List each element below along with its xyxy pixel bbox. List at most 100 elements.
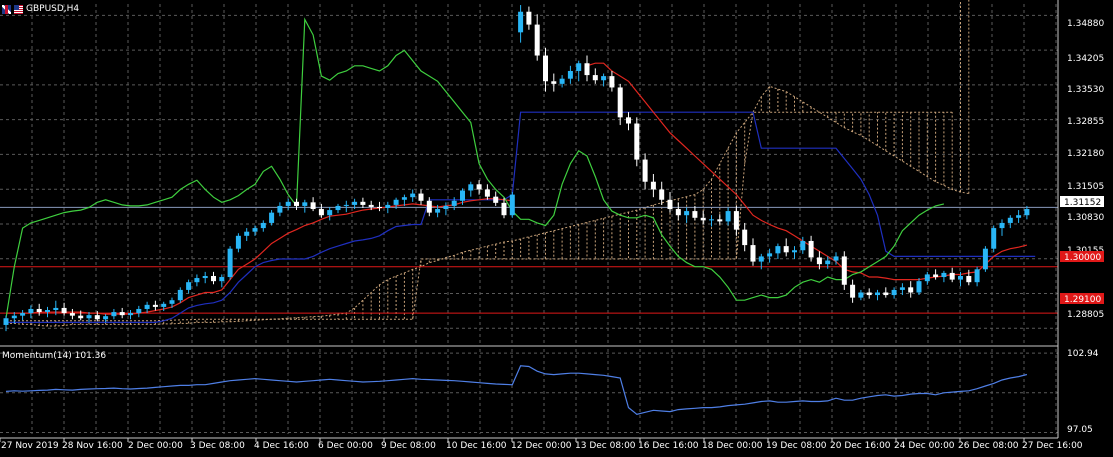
- candle-body: [792, 250, 797, 253]
- time-tick-label: 18 Dec 00:00: [702, 441, 763, 451]
- candle-body: [310, 202, 316, 210]
- candle-body: [152, 304, 158, 307]
- time-tick-label: 13 Dec 08:00: [575, 441, 636, 451]
- candle-body: [194, 278, 200, 283]
- candle-body: [667, 199, 673, 210]
- candle-body: [999, 222, 1005, 229]
- price-tick-label: 1.33530: [1067, 85, 1104, 95]
- candle-body: [526, 11, 532, 25]
- candle-body: [460, 190, 465, 201]
- candle-body: [808, 240, 814, 258]
- us-flag-icon: [14, 4, 23, 14]
- candle-body: [235, 235, 241, 249]
- price-tick-label: 1.34880: [1067, 19, 1104, 29]
- candle-body: [783, 246, 789, 253]
- candle-body: [742, 229, 748, 246]
- time-tick-label: 27 Dec 16:00: [1022, 441, 1083, 451]
- candle-body: [202, 276, 208, 279]
- level-upper-label: 1.30000: [1064, 253, 1101, 263]
- candle-body: [825, 260, 831, 265]
- candle-body: [534, 24, 540, 56]
- candle-body: [899, 287, 905, 290]
- candle-body: [36, 308, 42, 313]
- price-tick-label: 1.28805: [1067, 310, 1104, 320]
- candle-body: [318, 209, 324, 216]
- candle-body: [3, 318, 9, 325]
- candle-body: [518, 11, 524, 33]
- candle-body: [20, 313, 26, 316]
- candle-body: [949, 272, 955, 280]
- candle-body: [592, 75, 598, 81]
- candle-body: [45, 310, 50, 313]
- price-tick-label: 1.32180: [1067, 149, 1104, 159]
- chart-canvas[interactable]: 1.34880 1.34205 1.33530 1.32855 1.32180 …: [0, 0, 1113, 457]
- candle-body: [285, 201, 291, 206]
- candle-body: [111, 312, 117, 317]
- chart-background: [0, 0, 1113, 457]
- candle-body: [634, 123, 640, 160]
- price-tick-label: 1.30830: [1067, 213, 1104, 223]
- time-tick-label: 20 Dec 16:00: [830, 441, 891, 451]
- candle-body: [136, 308, 142, 314]
- candle-body: [733, 211, 739, 230]
- candle-body: [1007, 217, 1013, 223]
- candle-body: [94, 315, 100, 320]
- candle-body: [966, 276, 972, 283]
- candle-body: [800, 240, 806, 251]
- time-tick-label: 19 Dec 08:00: [766, 441, 827, 451]
- gb-flag-icon: [2, 4, 11, 14]
- candle-body: [252, 228, 258, 232]
- candle-body: [393, 199, 399, 205]
- candle-body: [28, 308, 34, 314]
- candle-body: [260, 222, 266, 229]
- time-tick-label: 26 Dec 08:00: [958, 441, 1019, 451]
- candle-body: [144, 304, 150, 309]
- candle-body: [850, 284, 856, 298]
- time-tick-label: 3 Dec 08:00: [190, 441, 245, 451]
- current-price-label: 1.31152: [1064, 198, 1101, 208]
- momentum-indicator-label: Momentum(14) 101.36: [2, 351, 107, 361]
- candle-body: [833, 256, 839, 261]
- candle-body: [484, 189, 490, 197]
- candle-body: [468, 184, 474, 191]
- candle-body: [858, 292, 864, 298]
- candle-body: [974, 269, 980, 283]
- candle-body: [343, 204, 349, 206]
- candle-body: [1024, 209, 1030, 216]
- time-tick-label: 9 Dec 08:00: [381, 441, 436, 451]
- candle-body: [543, 55, 548, 82]
- candle-body: [501, 202, 507, 216]
- candle-body: [916, 281, 922, 293]
- time-tick-label: 27 Nov 2019: [1, 441, 59, 451]
- candle-body: [509, 194, 515, 216]
- candle-body: [642, 159, 648, 182]
- momentum-tick-label: 97.05: [1067, 425, 1093, 435]
- candle-body: [941, 272, 947, 278]
- candle-body: [401, 197, 407, 200]
- candle-body: [933, 274, 939, 278]
- candle-body: [617, 87, 623, 118]
- symbol-title-bar: GBPUSD,H4: [2, 2, 79, 16]
- candle-body: [982, 248, 988, 270]
- candle-body: [551, 81, 557, 84]
- candle-body: [576, 63, 582, 71]
- candle-body: [924, 274, 930, 282]
- candle-body: [61, 307, 67, 314]
- candle-body: [219, 277, 225, 282]
- candle-body: [584, 63, 590, 76]
- momentum-tick-label: 102.94: [1067, 349, 1099, 359]
- candle-body: [128, 313, 133, 316]
- candle-body: [675, 209, 681, 216]
- candle-body: [177, 289, 183, 301]
- candle-body: [277, 205, 283, 213]
- time-tick-label: 16 Dec 16:00: [638, 441, 699, 451]
- candle-body: [601, 76, 607, 81]
- time-tick-label: 24 Dec 00:00: [894, 441, 955, 451]
- candle-body: [1016, 215, 1022, 218]
- candle-body: [659, 189, 665, 200]
- time-tick-label: 2 Dec 00:00: [128, 441, 183, 451]
- time-tick-label: 12 Dec 00:00: [511, 441, 572, 451]
- candle-body: [244, 231, 250, 236]
- candle-body: [53, 307, 59, 310]
- candle-body: [775, 246, 781, 254]
